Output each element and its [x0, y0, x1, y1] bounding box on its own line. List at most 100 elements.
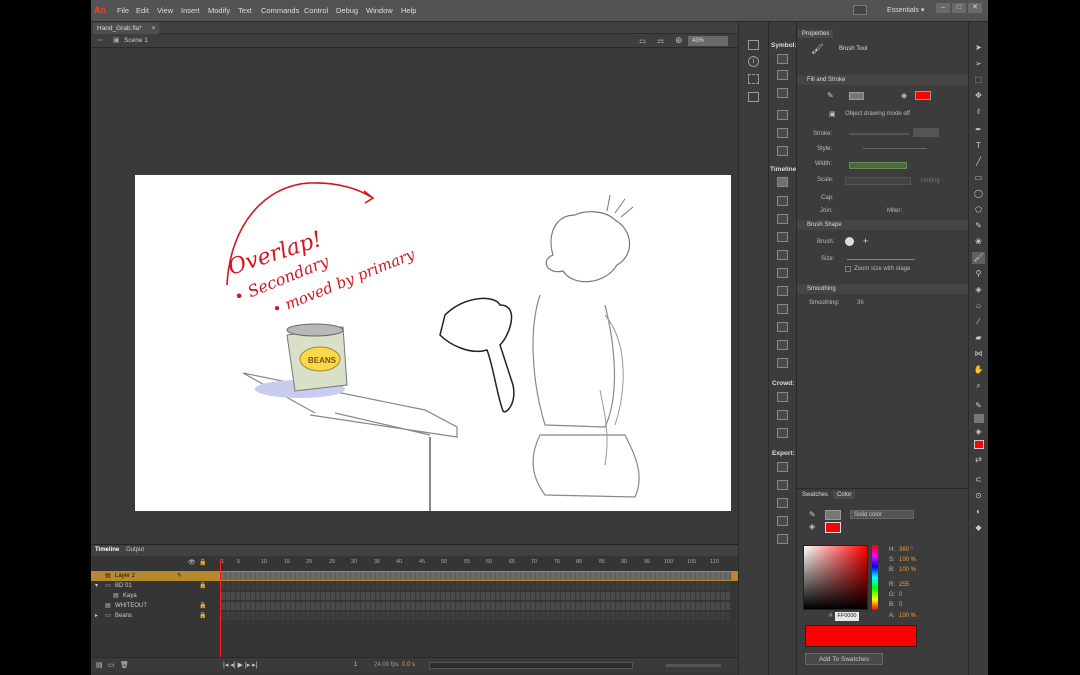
menu-text[interactable]: Text [238, 6, 252, 15]
frame-rate[interactable]: 24.00 fps [374, 662, 399, 668]
chevron-right-icon[interactable]: ▸ [95, 611, 98, 621]
symbol-icon[interactable] [777, 268, 788, 278]
close-button[interactable]: ✕ [968, 3, 982, 13]
symbol-icon[interactable] [777, 498, 788, 508]
hue-slider[interactable] [872, 545, 878, 610]
lock-icon[interactable]: 🔒 [199, 611, 206, 621]
text-tool-icon[interactable]: T [972, 140, 985, 152]
rectangle-tool-icon[interactable]: ▭ [972, 172, 985, 184]
section-smoothing[interactable]: Smoothing [797, 284, 969, 294]
object-drawing-icon[interactable]: ▣ [829, 110, 836, 118]
layer-row-whiteout[interactable]: ▤ WHITEOUT 🔒 [91, 601, 738, 611]
layer-frames[interactable] [221, 582, 731, 590]
add-to-swatches-button[interactable]: Add To Swatches [805, 653, 883, 665]
hex-input[interactable]: FF0000 [835, 612, 859, 621]
symbol-icon[interactable] [777, 128, 788, 138]
snap-to-objects-icon[interactable]: ⊂ [972, 474, 985, 486]
section-fill-stroke[interactable]: Fill and Stroke [797, 75, 969, 85]
symbol-icon[interactable] [777, 462, 788, 472]
delete-layer-icon[interactable]: 🗑 [120, 661, 129, 669]
ink-bottle-tool-icon[interactable]: ⌂ [972, 300, 985, 312]
symbol-icon[interactable] [777, 54, 788, 64]
menu-window[interactable]: Window [366, 6, 393, 15]
tool-option-icon[interactable]: ⊙ [972, 490, 985, 502]
symbol-icon[interactable] [777, 322, 788, 332]
tab-timeline[interactable]: Timeline [95, 547, 119, 553]
layer-name[interactable]: BD 01 [115, 581, 132, 591]
lock-icon[interactable]: 🔒 [199, 559, 206, 566]
playback-controls[interactable]: |◂ ◂| ▶ |▸ ▸| [223, 661, 258, 669]
bone-tool-icon[interactable]: ⚲ [972, 268, 985, 280]
s-value[interactable]: 100 % [899, 557, 916, 563]
color-gradient-picker[interactable] [803, 545, 868, 610]
symbol-icon[interactable] [777, 428, 788, 438]
pencil-tool-icon[interactable]: ✎ [972, 220, 985, 232]
swap-colors-icon[interactable]: ⇄ [972, 454, 985, 466]
tool-option-icon[interactable]: ◆ [972, 522, 985, 534]
symbol-icon[interactable] [777, 340, 788, 350]
eye-icon[interactable]: 👁 [188, 559, 196, 566]
layer-name[interactable]: Layer 2 [115, 571, 135, 581]
menu-control[interactable]: Control [304, 6, 328, 15]
tool-option-icon[interactable]: ◐ [972, 506, 985, 518]
fill-swatch[interactable] [915, 91, 931, 100]
3d-rotation-tool-icon[interactable]: ✥ [972, 90, 985, 102]
symbol-icon[interactable] [777, 516, 788, 526]
lock-icon[interactable]: 🔒 [199, 601, 206, 611]
oval-tool-icon[interactable]: ◯ [972, 188, 985, 200]
symbol-icon[interactable] [777, 534, 788, 544]
section-brush-shape[interactable]: Brush Shape [797, 220, 969, 230]
menu-insert[interactable]: Insert [181, 6, 200, 15]
timeline-zoom-slider[interactable] [666, 664, 721, 667]
stroke-color-icon[interactable]: ✎ [827, 91, 834, 100]
layer-name[interactable]: Beans [115, 611, 132, 621]
menu-commands[interactable]: Commands [261, 6, 299, 15]
document-tab[interactable]: Hand_Grab.fla* × [93, 23, 160, 34]
fill-bucket-icon[interactable]: ◈ [901, 91, 907, 100]
smoothing-value[interactable]: 36 [857, 300, 864, 306]
tab-swatches[interactable]: Swatches [798, 491, 833, 499]
stroke-slider[interactable] [849, 133, 909, 135]
symbol-icon[interactable] [777, 88, 788, 98]
alpha-value[interactable]: 100 % [899, 613, 916, 619]
menu-help[interactable]: Help [401, 6, 416, 15]
g-value[interactable]: 0 [899, 592, 902, 598]
symbol-icon[interactable] [777, 214, 788, 224]
lasso-tool-icon[interactable]: ℓ [972, 106, 985, 118]
transform-icon[interactable] [748, 92, 759, 102]
playhead[interactable] [220, 559, 221, 659]
back-arrow-icon[interactable]: ⇦ [97, 36, 103, 44]
style-dropdown[interactable] [863, 148, 927, 149]
symbol-icon[interactable] [777, 70, 788, 80]
symbol-icon[interactable] [777, 196, 788, 206]
menu-modify[interactable]: Modify [208, 6, 230, 15]
brush-tool-icon[interactable]: 🖌 [972, 252, 985, 264]
menu-file[interactable]: File [117, 6, 129, 15]
new-folder-icon[interactable]: ▭ [108, 661, 115, 669]
symbol-icon[interactable] [777, 392, 788, 402]
stage[interactable]: Overlap! • Secondary • moved by primary … [135, 175, 731, 511]
zoom-dropdown[interactable]: 43% [688, 36, 728, 46]
close-tab-icon[interactable]: × [152, 25, 156, 32]
eraser-tool-icon[interactable]: ▰ [972, 332, 985, 344]
b-value[interactable]: 100 % [899, 567, 916, 573]
maximize-button[interactable]: □ [952, 3, 966, 13]
deco-tool-icon[interactable]: ❀ [972, 236, 985, 248]
eyedropper-tool-icon[interactable]: ⁄ [972, 316, 985, 328]
h-value[interactable]: 360 ° [899, 547, 913, 553]
center-stage-icon[interactable]: ⊕ [675, 35, 683, 46]
edit-scene-icon[interactable]: ⚏ [639, 36, 646, 45]
menu-view[interactable]: View [157, 6, 173, 15]
symbol-icon[interactable] [777, 177, 788, 187]
layer-name[interactable]: WHITEOUT [115, 601, 147, 611]
zoom-size-checkbox[interactable] [845, 266, 851, 272]
tab-output[interactable]: Output [126, 547, 144, 553]
hinting-checkbox[interactable]: Hinting [921, 178, 940, 184]
symbol-icon[interactable] [777, 410, 788, 420]
new-layer-icon[interactable]: ▤ [96, 661, 103, 669]
layer-row-bd-01[interactable]: ▾ ▭ BD 01 🔒 [91, 581, 738, 591]
layer-frames[interactable] [221, 602, 731, 610]
stroke-color-icon[interactable]: ✎ [972, 400, 985, 412]
pen-tool-icon[interactable]: ✒ [972, 124, 985, 136]
width-tool-icon[interactable]: ⋈ [972, 348, 985, 360]
